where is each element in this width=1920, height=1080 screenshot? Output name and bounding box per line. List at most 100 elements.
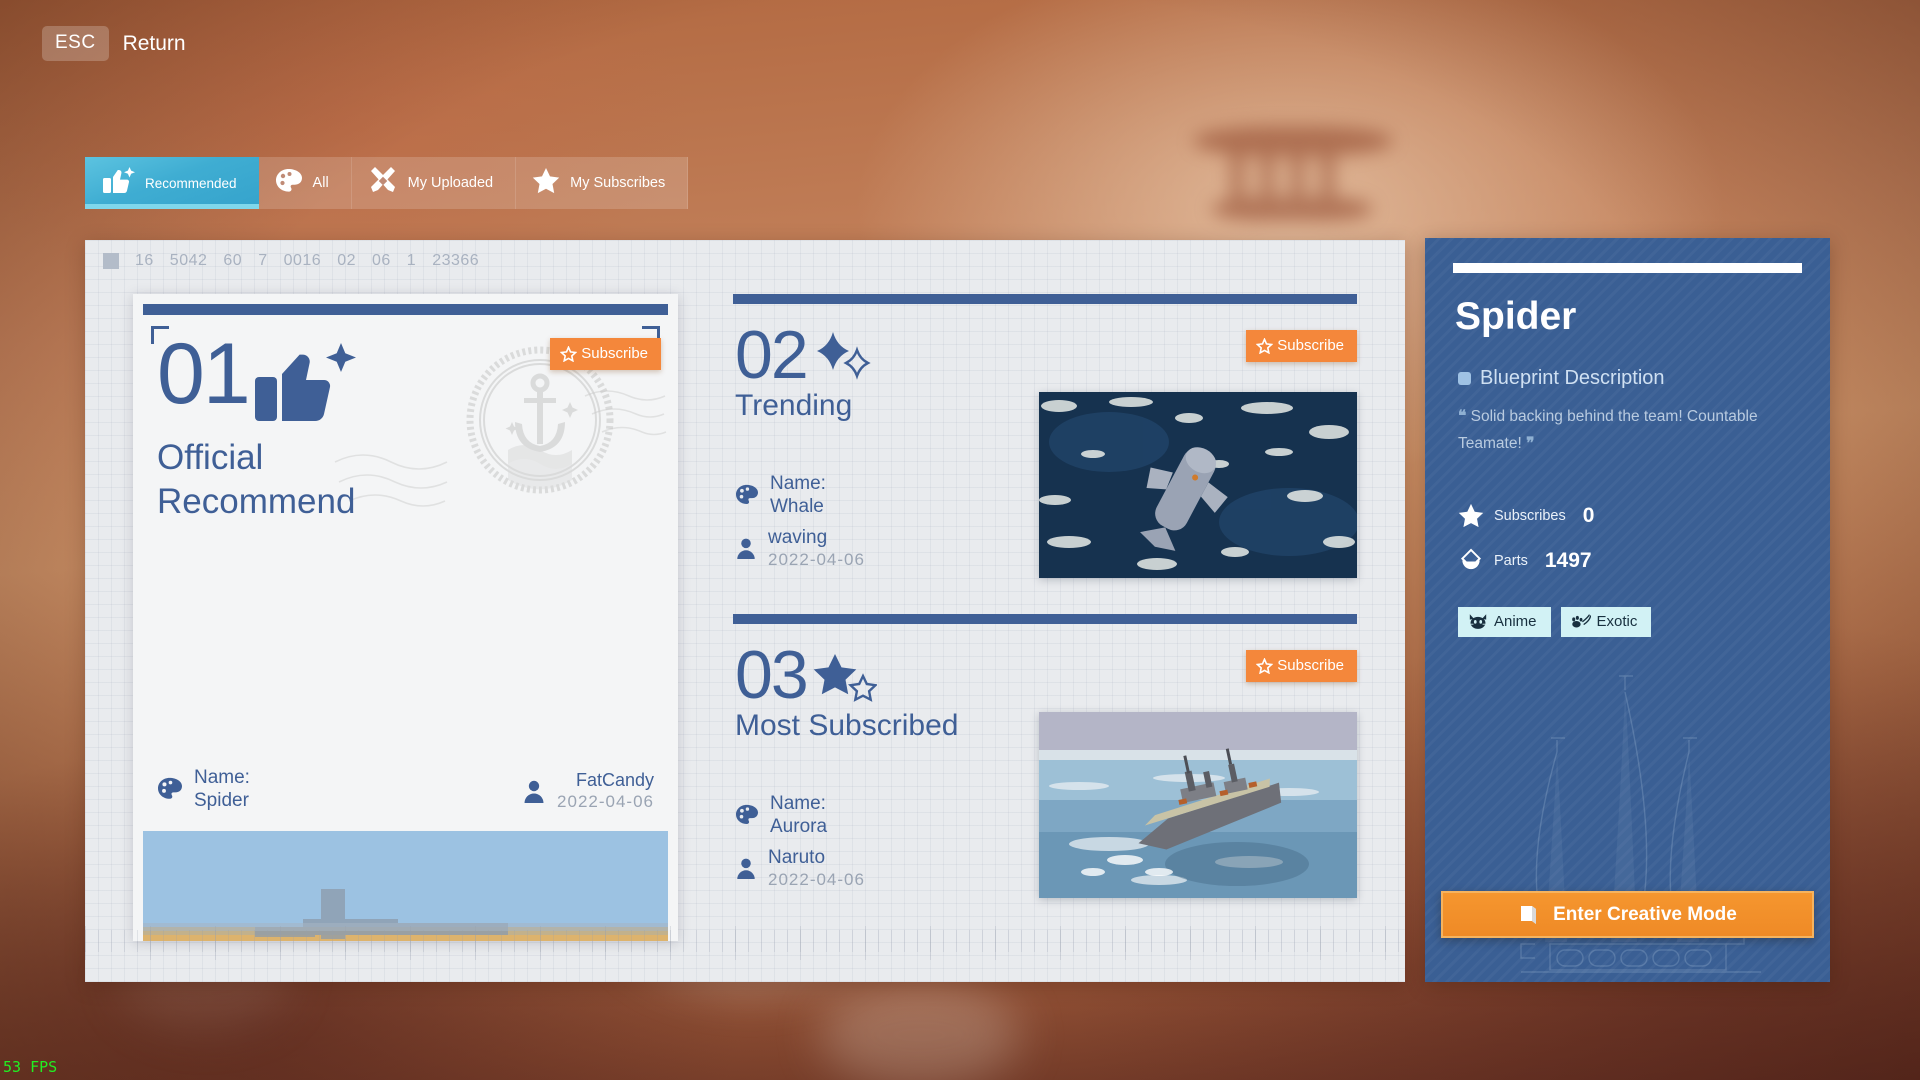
tag-exotic[interactable]: Exotic (1560, 607, 1652, 638)
trending-blueprint-card[interactable]: 02 Trending Subscribe Name: Whale waving… (725, 294, 1365, 614)
subscribe-label: Subscribe (1277, 337, 1344, 354)
rank-number: 01 (157, 326, 251, 422)
card-info-block: Name: Aurora Naruto 2022-04-06 (735, 792, 865, 898)
card-heading-line1: Official (157, 438, 264, 477)
meta-value: 1 (406, 252, 417, 269)
description-text: Solid backing behind the team! Countable… (1458, 408, 1758, 452)
card-hero: 02 Trending (735, 321, 873, 423)
author-name: FatCandy (575, 769, 654, 790)
quote-open-icon: ❝ (1458, 408, 1467, 425)
card-top-bar (143, 304, 668, 315)
blueprint-screenshot (143, 831, 668, 941)
blueprint-screenshot (1039, 712, 1357, 898)
meta-value: 16 (135, 252, 154, 269)
author-name: Naruto (768, 847, 826, 869)
thumbs-up-sparkle-icon (101, 165, 135, 202)
subscribes-label: Subscribes (1494, 507, 1566, 524)
paw-motion-icon (1571, 614, 1591, 628)
cat-face-icon (1469, 614, 1487, 630)
tag-anime[interactable]: Anime (1458, 607, 1551, 638)
detail-top-bar (1453, 263, 1802, 273)
meta-value: 06 (371, 252, 391, 269)
meta-value: 0016 (283, 252, 322, 269)
thumbs-up-sparkle-icon (254, 343, 356, 422)
card-info-row: Name: Spider FatCandy 2022-04-06 (133, 766, 678, 812)
card-info-block: Name: Whale waving 2022-04-06 (735, 472, 865, 578)
name-label: Name: (770, 793, 826, 814)
meta-square-icon (103, 253, 119, 269)
section-dot-icon (1458, 372, 1471, 385)
tag-list: Anime Exotic (1458, 607, 1830, 638)
detail-title: Spider (1455, 295, 1577, 338)
fps-counter: 53 FPS (3, 1058, 58, 1076)
parts-value: 1497 (1544, 548, 1592, 572)
cta-label: Enter Creative Mode (1553, 903, 1737, 925)
detail-section-header: Blueprint Description (1458, 367, 1830, 390)
tag-label: Exotic (1596, 613, 1638, 631)
meta-value: 60 (223, 252, 243, 269)
blueprint-detail-panel: Spider Blueprint Description ❝ Solid bac… (1425, 238, 1830, 982)
tab-all[interactable]: All (258, 157, 352, 209)
stat-subscribes: Subscribes 0 (1458, 503, 1830, 528)
book-icon (1521, 905, 1537, 924)
enter-creative-mode-button[interactable]: Enter Creative Mode (1441, 891, 1814, 938)
most-subscribed-blueprint-card[interactable]: 03 Most Subscribed Subscribe Name: Auror… (725, 614, 1365, 934)
esc-key-badge: ESC (42, 26, 109, 61)
star-outline-icon (1256, 337, 1274, 354)
upload-date: 2022-04-06 (557, 791, 654, 811)
stat-parts: Parts 1497 (1458, 548, 1830, 573)
card-top-bar (733, 614, 1357, 624)
featured-blueprint-card[interactable]: Subscribe 01 Official Recommend Name: Sp… (133, 294, 678, 941)
ruler-decoration (85, 930, 1405, 952)
star-icon (532, 167, 560, 199)
tab-label: All (312, 175, 329, 191)
meta-value: 23366 (432, 252, 480, 269)
tag-label: Anime (1494, 613, 1537, 631)
tab-label: My Subscribes (570, 175, 666, 191)
subscribe-button[interactable]: Subscribe (1246, 650, 1357, 682)
card-heading-line2: Recommend (157, 481, 356, 521)
meta-value: 7 (258, 252, 268, 269)
parts-label: Parts (1494, 552, 1528, 569)
blueprint-name: Spider (194, 790, 249, 812)
blueprint-name: Aurora (770, 816, 828, 838)
palette-icon (158, 778, 182, 799)
meta-value: 02 (337, 252, 356, 269)
tab-label: My Uploaded (407, 175, 494, 191)
tab-label: Recommended (145, 175, 237, 191)
return-hint[interactable]: ESC Return (42, 26, 186, 61)
user-icon (737, 538, 755, 560)
card-top-bar (733, 294, 1357, 304)
card-heading: Most Subscribed (735, 708, 959, 742)
subscribe-label: Subscribe (1277, 657, 1344, 674)
detail-description: ❝ Solid backing behind the team! Countab… (1458, 404, 1798, 457)
return-label: Return (122, 31, 186, 55)
tab-recommended[interactable]: Recommended (85, 157, 259, 209)
quote-close-icon: ❞ (1526, 434, 1535, 452)
subscribe-button[interactable]: Subscribe (1246, 330, 1357, 362)
tab-my-subscribes[interactable]: My Subscribes (516, 157, 689, 209)
palette-icon (736, 805, 758, 825)
author-name: waving (768, 527, 828, 549)
user-icon (524, 780, 544, 803)
star-outline-icon (1256, 657, 1274, 674)
subscribes-value: 0 (1582, 503, 1595, 527)
pencil-ruler-icon (368, 166, 398, 201)
tab-my-uploaded[interactable]: My Uploaded (351, 157, 517, 209)
panel-meta-row: 16 5042 60 7 0016 02 06 1 23366 (103, 252, 479, 270)
category-tab-bar[interactable]: Recommended All My Uploaded My Subscribe… (85, 157, 689, 209)
palette-icon (275, 168, 303, 199)
star-pair-icon (813, 654, 877, 702)
name-label: Name: (194, 767, 250, 788)
name-label: Name: (770, 473, 826, 494)
rank-number: 03 (735, 637, 809, 713)
card-hero: 03 Most Subscribed (735, 637, 959, 743)
palette-icon (736, 485, 758, 505)
sparkle-diamond-icon (816, 332, 871, 380)
upload-date: 2022-04-06 (768, 549, 865, 569)
blueprint-screenshot (1039, 392, 1357, 578)
upload-date: 2022-04-06 (768, 869, 865, 889)
star-icon (1458, 504, 1484, 528)
blueprint-name: Whale (770, 496, 824, 518)
blueprint-browser-panel: 16 5042 60 7 0016 02 06 1 23366 Subscrib… (85, 240, 1405, 982)
